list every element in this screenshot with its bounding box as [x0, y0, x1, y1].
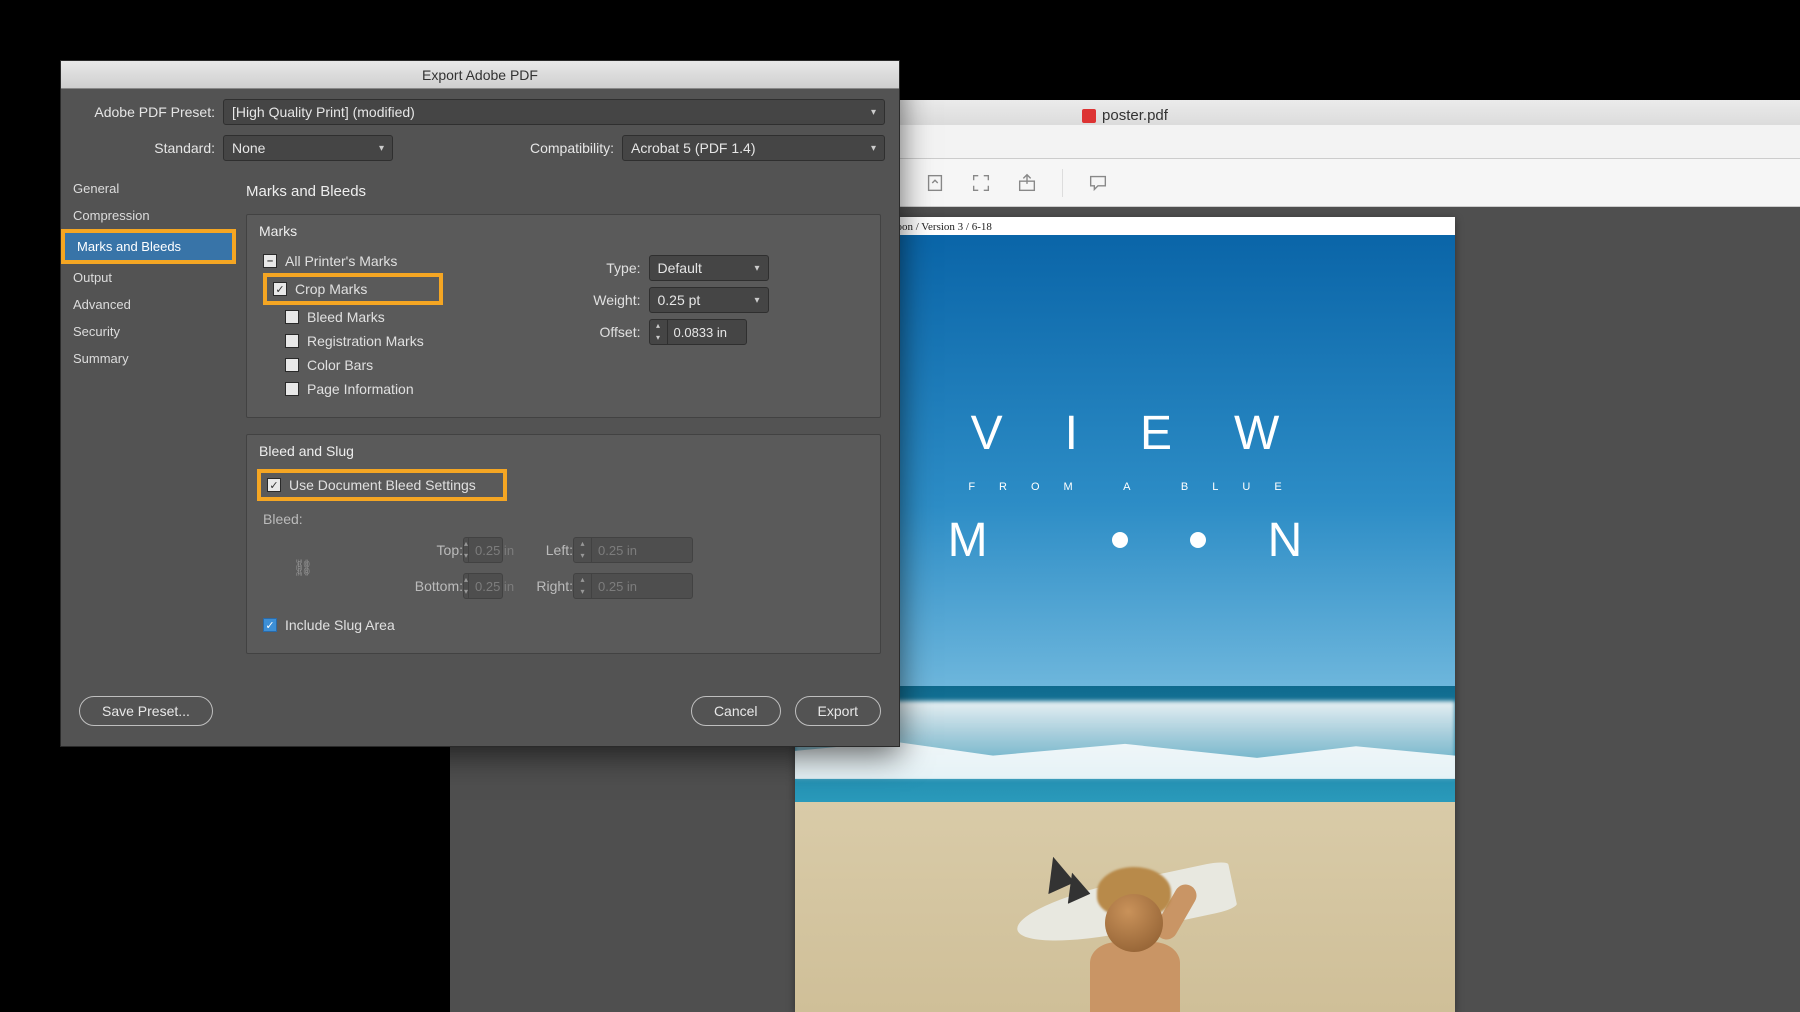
all-printers-marks-checkbox[interactable]: All Printer's Marks: [263, 249, 549, 273]
use-document-bleed-checkbox[interactable]: Use Document Bleed Settings: [257, 469, 507, 501]
type-label: Type:: [579, 260, 641, 276]
bleed-bottom-label: Bottom:: [343, 578, 463, 594]
sidebar-item-output[interactable]: Output: [61, 264, 236, 291]
preset-select[interactable]: [High Quality Print] (modified)▾: [223, 99, 885, 125]
export-button[interactable]: Export: [795, 696, 881, 726]
sidebar-item-summary[interactable]: Summary: [61, 345, 236, 372]
save-preset-button[interactable]: Save Preset...: [79, 696, 213, 726]
sidebar-item-compression[interactable]: Compression: [61, 202, 236, 229]
sidebar-item-general[interactable]: General: [61, 175, 236, 202]
offset-label: Offset:: [579, 324, 641, 340]
mark-type-select[interactable]: Default▾: [649, 255, 769, 281]
crop-marks-checkbox[interactable]: Crop Marks: [263, 273, 443, 305]
weight-label: Weight:: [579, 292, 641, 308]
bleed-bottom-input: ▴▾: [463, 573, 503, 599]
sidebar-item-advanced[interactable]: Advanced: [61, 291, 236, 318]
separator: [1062, 169, 1063, 197]
panel-marks-and-bleeds: Marks and Bleeds Marks All Printer's Mar…: [236, 171, 899, 682]
bleed-marks-checkbox[interactable]: Bleed Marks: [263, 305, 549, 329]
share-icon[interactable]: [1016, 172, 1038, 194]
standard-select[interactable]: None▾: [223, 135, 393, 161]
compatibility-select[interactable]: Acrobat 5 (PDF 1.4)▾: [622, 135, 885, 161]
comment-icon[interactable]: [1087, 172, 1109, 194]
include-slug-checkbox[interactable]: Include Slug Area: [263, 613, 864, 637]
dialog-footer: Save Preset... Cancel Export: [61, 682, 899, 746]
marks-group: Marks All Printer's Marks Crop Marks Ble…: [246, 214, 881, 418]
registration-marks-checkbox[interactable]: Registration Marks: [263, 329, 549, 353]
bleed-top-label: Top:: [343, 542, 463, 558]
bleed-left-input: ▴▾: [573, 537, 693, 563]
page-information-checkbox[interactable]: Page Information: [263, 377, 549, 401]
offset-input[interactable]: ▴▾: [649, 319, 747, 345]
bleed-group-title: Bleed and Slug: [259, 443, 864, 459]
acrobat-filename: poster.pdf: [1102, 107, 1168, 124]
standard-label: Standard:: [75, 140, 215, 156]
link-icon[interactable]: ⛓: [263, 558, 343, 578]
panel-title: Marks and Bleeds: [246, 183, 881, 200]
fit-page-icon[interactable]: [924, 172, 946, 194]
export-pdf-dialog: Export Adobe PDF Adobe PDF Preset: [High…: [60, 60, 900, 747]
dialog-title: Export Adobe PDF: [61, 61, 899, 89]
color-bars-checkbox[interactable]: Color Bars: [263, 353, 549, 377]
mark-weight-select[interactable]: 0.25 pt▾: [649, 287, 769, 313]
sidebar-item-security[interactable]: Security: [61, 318, 236, 345]
sidebar-item-marks-and-bleeds[interactable]: Marks and Bleeds: [61, 229, 236, 264]
marks-group-title: Marks: [259, 223, 864, 239]
bleed-label: Bleed:: [263, 511, 864, 527]
compat-label: Compatibility:: [494, 140, 614, 156]
bleed-top-input: ▴▾: [463, 537, 503, 563]
dialog-header: Adobe PDF Preset: [High Quality Print] (…: [61, 89, 899, 171]
preset-label: Adobe PDF Preset:: [75, 104, 215, 120]
dialog-sidebar: General Compression Marks and Bleeds Out…: [61, 171, 236, 682]
cancel-button[interactable]: Cancel: [691, 696, 781, 726]
bleed-slug-group: Bleed and Slug Use Document Bleed Settin…: [246, 434, 881, 654]
bleed-right-input: ▴▾: [573, 573, 693, 599]
pdf-icon: [1082, 109, 1096, 123]
surfer-figure: [1035, 812, 1215, 1012]
fullscreen-icon[interactable]: [970, 172, 992, 194]
